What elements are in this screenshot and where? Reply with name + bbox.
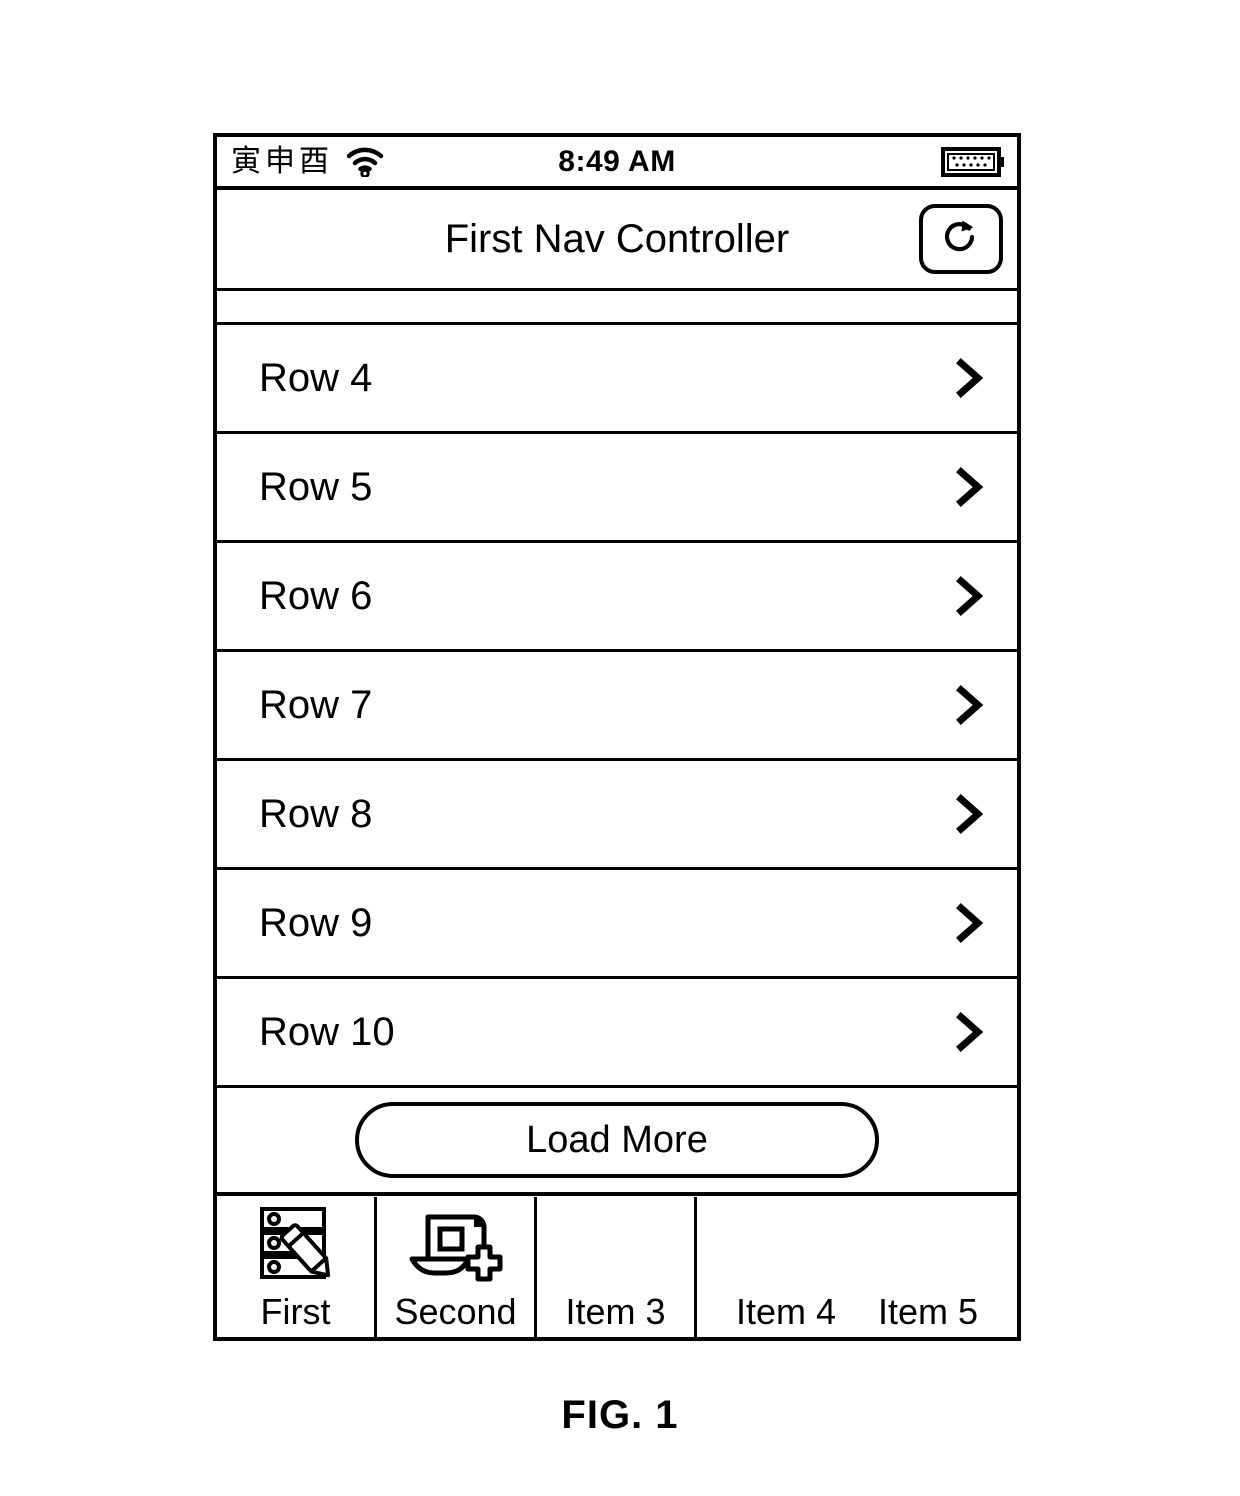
- tab-icon-placeholder: [537, 1197, 694, 1293]
- tab-first[interactable]: First: [217, 1197, 377, 1337]
- tab-label: Item 3: [565, 1291, 666, 1333]
- row-label: Row 6: [259, 574, 373, 618]
- tab-item-5[interactable]: Item 5: [878, 1293, 978, 1331]
- tab-bar: First Second Item 3 Item 4 Item 5: [217, 1197, 1017, 1337]
- table-row[interactable]: Row 9: [217, 870, 1017, 979]
- table-row[interactable]: Row 4: [217, 325, 1017, 434]
- nav-bar: First Nav Controller: [217, 190, 1017, 291]
- row-label: Row 7: [259, 683, 373, 727]
- tab-item-3[interactable]: Item 3: [537, 1197, 697, 1337]
- contact-add-icon: [377, 1197, 534, 1293]
- load-more-button[interactable]: Load More: [355, 1102, 879, 1178]
- wifi-icon: [345, 147, 385, 177]
- refresh-icon: [938, 214, 984, 265]
- table-footer: Load More: [217, 1088, 1017, 1196]
- table-row[interactable]: Row 7: [217, 652, 1017, 761]
- chevron-right-icon: [953, 464, 987, 510]
- row-label: Row 8: [259, 792, 373, 836]
- table-row-clipped[interactable]: Row 3: [217, 291, 1017, 325]
- list-edit-icon: [217, 1197, 374, 1293]
- table-row[interactable]: Row 8: [217, 761, 1017, 870]
- row-label: Row 9: [259, 901, 373, 945]
- row-label: Row 4: [259, 356, 373, 400]
- chevron-right-icon: [953, 791, 987, 837]
- table-row[interactable]: Row 5: [217, 434, 1017, 543]
- battery-icon: [941, 145, 1005, 179]
- chevron-right-icon: [953, 573, 987, 619]
- tab-second[interactable]: Second: [377, 1197, 537, 1337]
- table-view[interactable]: Row 3 Row 4 Row 5 Row 6: [217, 291, 1017, 1197]
- tab-label: First: [260, 1291, 331, 1333]
- figure-caption: FIG. 1: [561, 1393, 679, 1437]
- carrier-label: 寅申酉: [231, 143, 333, 179]
- chevron-right-icon: [953, 900, 987, 946]
- status-time: 8:49 AM: [558, 144, 676, 178]
- chevron-right-icon: [953, 682, 987, 728]
- table-row[interactable]: Row 6: [217, 543, 1017, 652]
- row-label: Row 10: [259, 1010, 395, 1054]
- chevron-right-icon: [953, 1009, 987, 1055]
- chevron-right-icon: [953, 355, 987, 401]
- row-label: Row 5: [259, 465, 373, 509]
- tab-label: Second: [394, 1291, 517, 1333]
- page-title: First Nav Controller: [444, 217, 790, 261]
- tab-overflow-group: Item 4 Item 5: [697, 1197, 1017, 1337]
- status-bar: 寅申酉 8:49 AM: [217, 137, 1017, 190]
- table-row[interactable]: Row 10: [217, 979, 1017, 1088]
- refresh-button[interactable]: [919, 204, 1003, 274]
- tab-item-4[interactable]: Item 4: [736, 1293, 836, 1331]
- phone-frame: 寅申酉 8:49 AM First Nav Controller Row 4 R…: [213, 133, 1021, 1341]
